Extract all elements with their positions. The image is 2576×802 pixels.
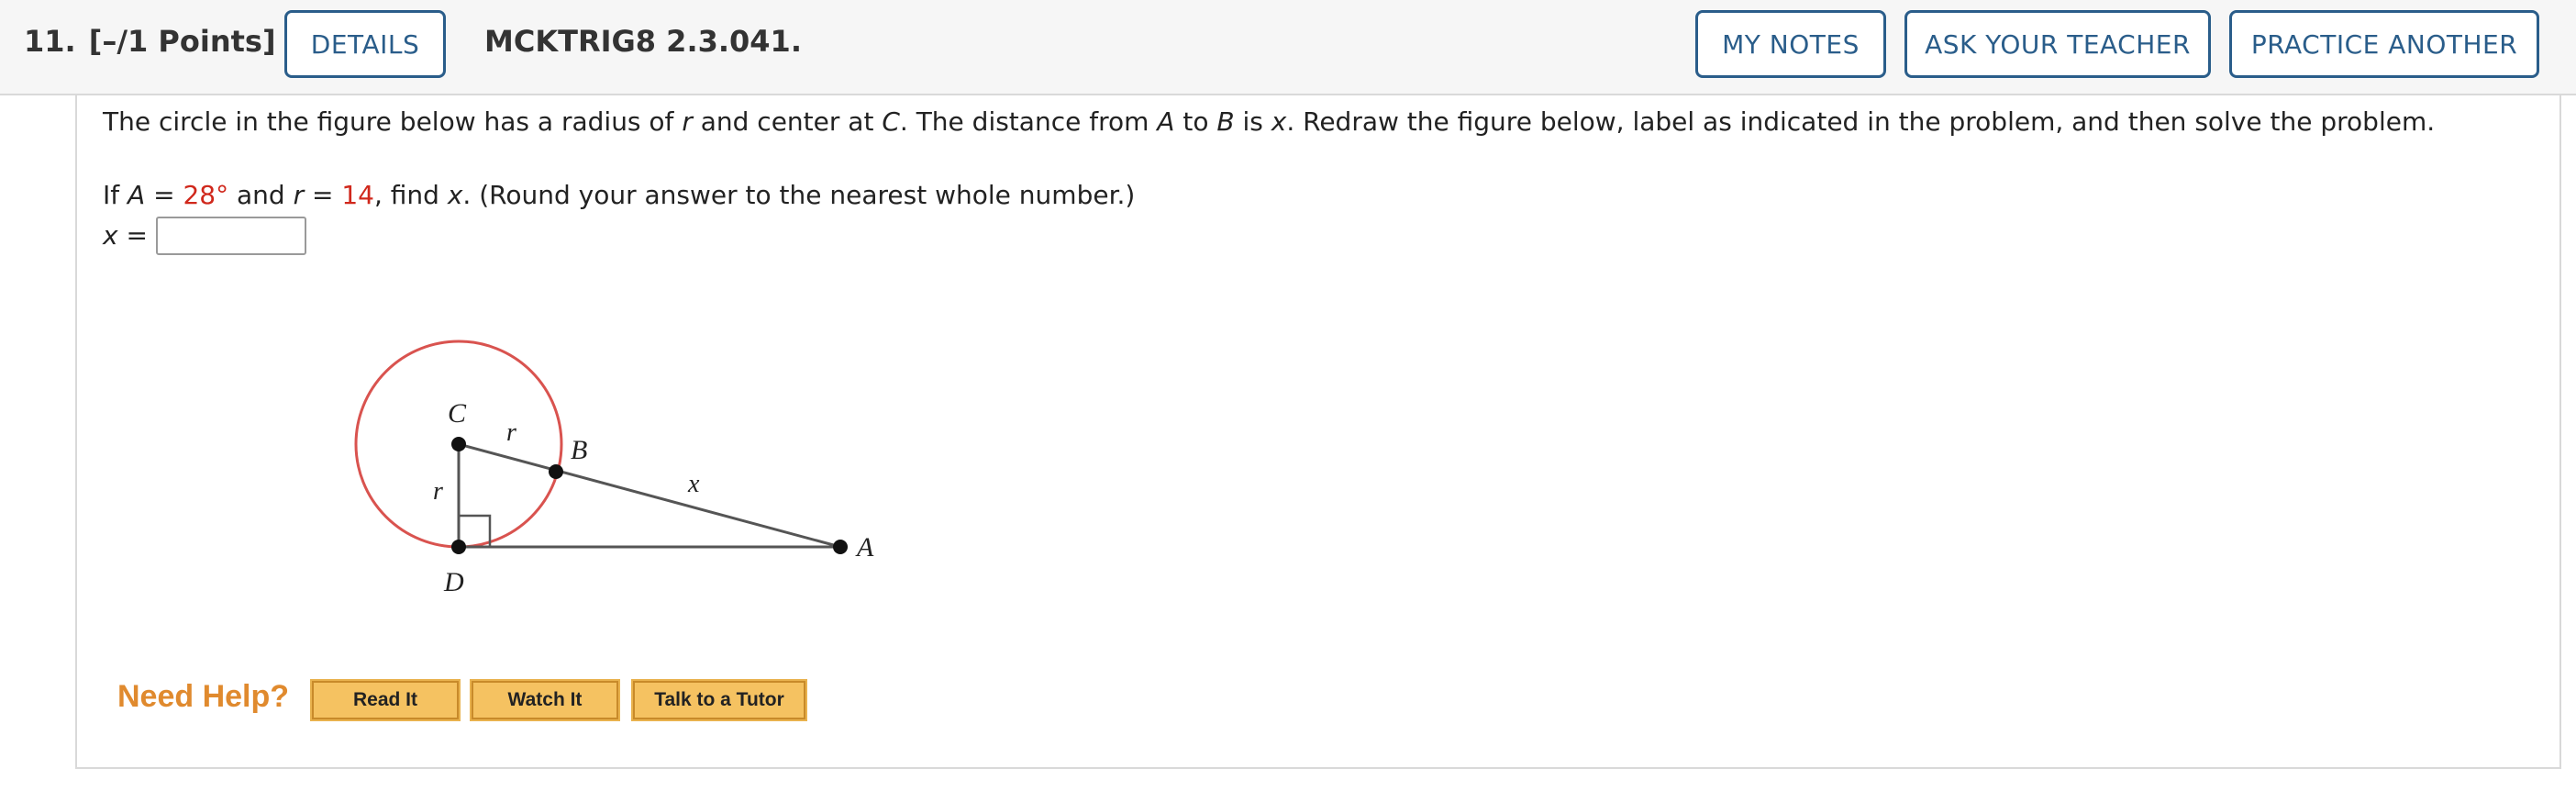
label-r-top: r: [506, 418, 516, 447]
problem-givens: If A = 28° and r = 14, find x. (Round yo…: [103, 180, 1135, 210]
problem-statement: The circle in the figure below has a rad…: [103, 106, 2435, 137]
label-d: D: [443, 567, 464, 597]
answer-input[interactable]: [156, 217, 306, 255]
text-segment: =: [304, 180, 342, 210]
text-segment: . The distance from: [899, 106, 1158, 137]
radius-value: 14: [341, 180, 374, 210]
var-r: r: [682, 106, 693, 137]
text-segment: to: [1174, 106, 1217, 137]
text-segment: =: [117, 220, 148, 251]
text-segment: . (Round your answer to the nearest whol…: [462, 180, 1136, 210]
point-a: [833, 540, 848, 554]
question-header: 11. [–/1 Points] DETAILS MCKTRIG8 2.3.041…: [0, 0, 2576, 95]
segment-ca: [458, 442, 841, 549]
label-r-left: r: [433, 477, 443, 506]
var-b: B: [1216, 106, 1235, 137]
practice-another-button[interactable]: PRACTICE ANOTHER: [2229, 10, 2539, 78]
var-c: C: [882, 106, 900, 137]
geometry-figure: C B D A r r x: [354, 340, 874, 597]
var-x: x: [103, 220, 118, 251]
label-x: x: [687, 470, 700, 498]
var-x: x: [1271, 106, 1287, 137]
point-c: [451, 437, 466, 451]
label-c: C: [448, 398, 467, 429]
text-segment: If: [103, 180, 128, 210]
text-segment: . Redraw the figure below, label as indi…: [1286, 106, 2436, 137]
var-a: A: [128, 180, 146, 210]
ask-your-teacher-button[interactable]: ASK YOUR TEACHER: [1904, 10, 2211, 78]
label-a: A: [855, 532, 874, 563]
var-r: r: [293, 180, 305, 210]
var-x: x: [447, 180, 463, 210]
details-button[interactable]: DETAILS: [284, 10, 446, 78]
text-segment: and: [228, 180, 294, 210]
answer-label: x =: [103, 220, 148, 251]
text-segment: is: [1234, 106, 1271, 137]
question-number: 11. [–/1 Points]: [24, 24, 276, 59]
angle-a-value: 28°: [183, 180, 229, 210]
point-d: [451, 540, 466, 554]
my-notes-button[interactable]: MY NOTES: [1695, 10, 1886, 78]
point-b: [549, 464, 563, 479]
text-segment: and center at: [692, 106, 883, 137]
problem-code: MCKTRIG8 2.3.041.: [484, 24, 802, 59]
need-help-label: Need Help?: [117, 679, 290, 714]
var-a: A: [1157, 106, 1175, 137]
question-number-text: 11.: [24, 24, 76, 59]
text-segment: =: [145, 180, 183, 210]
talk-to-tutor-button[interactable]: Talk to a Tutor: [631, 679, 807, 721]
points-label: [–/1 Points]: [88, 24, 276, 59]
label-b: B: [571, 435, 587, 465]
read-it-button[interactable]: Read It: [310, 679, 461, 721]
watch-it-button[interactable]: Watch It: [470, 679, 620, 721]
text-segment: , find: [373, 180, 448, 210]
text-segment: The circle in the figure below has a rad…: [103, 106, 683, 137]
